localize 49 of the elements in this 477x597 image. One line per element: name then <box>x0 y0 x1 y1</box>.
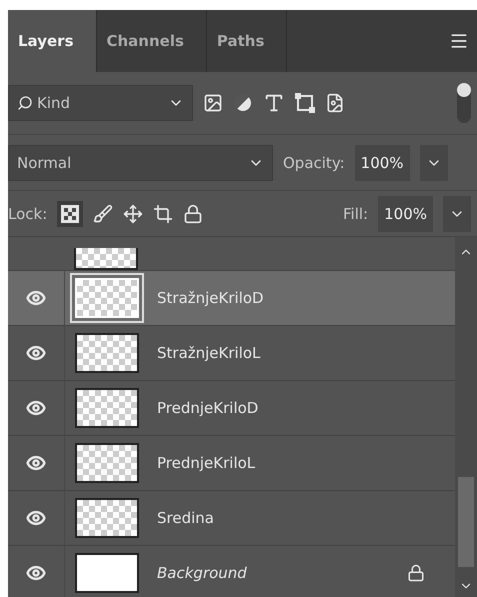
layer-row[interactable]: Sredina <box>8 491 455 546</box>
move-icon[interactable] <box>123 204 144 224</box>
image-icon[interactable] <box>203 93 223 113</box>
panel-tab[interactable]: Channels <box>96 10 207 72</box>
crop-icon[interactable] <box>153 204 174 224</box>
layer-thumbnail <box>75 388 139 428</box>
layer-row[interactable]: StražnjeKriloD <box>8 271 455 326</box>
chevron-icon[interactable] <box>443 196 471 232</box>
eye-icon[interactable] <box>26 288 46 308</box>
checkerboard-icon[interactable] <box>57 200 84 226</box>
fill-label: Fill: <box>343 204 368 222</box>
layer-row[interactable]: PrednjeKriloL <box>8 436 455 491</box>
layer-thumbnail <box>75 498 139 538</box>
layer-thumbnail <box>75 333 139 373</box>
layer-thumbnail <box>74 248 138 270</box>
layer-name: PrednjeKriloD <box>157 399 260 417</box>
layer-name: Sredina <box>157 509 215 527</box>
layer-thumbnail <box>75 443 139 483</box>
lock-icon[interactable] <box>183 204 204 224</box>
layer-thumbnail <box>75 553 139 593</box>
filter-dropdown[interactable]: Kind <box>8 85 193 121</box>
panel-tab[interactable]: Layers <box>8 10 96 72</box>
lock-label: Lock: <box>8 204 48 222</box>
eye-icon[interactable] <box>26 343 46 363</box>
layer-row[interactable]: PrednjeKriloD <box>8 381 455 436</box>
eye-icon[interactable] <box>26 563 46 583</box>
search-icon <box>17 95 33 111</box>
filter-value: Kind <box>37 94 72 112</box>
fill-field[interactable]: 100% <box>378 196 433 232</box>
layer-name: StražnjeKriloL <box>157 344 262 362</box>
layer-name: PrednjeKriloL <box>157 454 256 472</box>
blend-mode-value: Normal <box>17 154 72 172</box>
blend-mode-dropdown[interactable]: Normal <box>8 144 273 180</box>
opacity-field[interactable]: 100% <box>354 144 410 180</box>
eye-icon[interactable] <box>26 508 46 528</box>
eye-icon[interactable] <box>26 453 46 473</box>
scroll-thumb[interactable] <box>458 477 474 567</box>
document-icon[interactable] <box>325 93 345 113</box>
opacity-label: Opacity: <box>283 154 345 172</box>
scrollbar[interactable] <box>455 237 477 597</box>
transform-icon[interactable] <box>295 93 315 113</box>
brush-icon[interactable] <box>93 204 114 224</box>
type-icon[interactable] <box>263 92 285 114</box>
eye-icon[interactable] <box>26 398 46 418</box>
layer-name: Background <box>157 564 248 582</box>
half-circle-icon[interactable] <box>233 93 253 113</box>
layer-name: StražnjeKriloD <box>157 289 265 307</box>
layer-row[interactable]: StražnjeKriloL <box>8 326 455 381</box>
filter-toggle[interactable] <box>457 83 471 123</box>
